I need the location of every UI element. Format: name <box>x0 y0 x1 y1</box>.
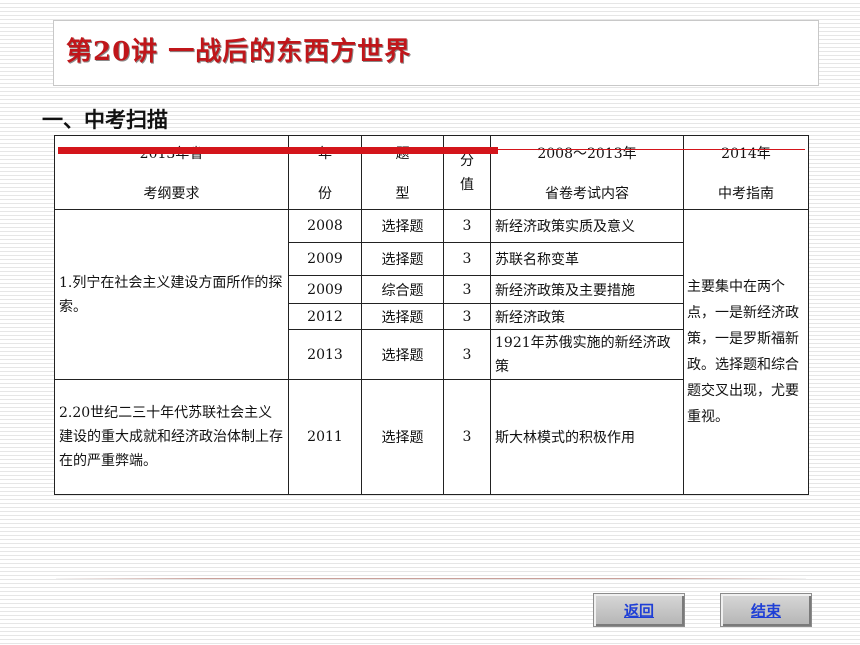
year-cell: 2011 <box>288 379 362 495</box>
content-cell: 新经济政策 <box>490 303 684 330</box>
exam-table: 2013年省 考纲要求 年 份 题 型 分 值 <box>54 135 809 495</box>
requirement-cell-1: 1.列宁在社会主义建设方面所作的探索。 <box>54 209 289 380</box>
back-button-label: 返回 <box>623 601 654 620</box>
score-cell: 3 <box>443 209 491 243</box>
content-cell: 1921年苏俄实施的新经济政策 <box>490 329 684 380</box>
requirement-cell-2: 2.20世纪二三十年代苏联社会主义建设的重大成就和经济政治体制上存在的严重弊端。 <box>54 379 289 495</box>
header-type-bottom: 型 <box>395 185 410 202</box>
red-accent-line <box>497 149 805 150</box>
type-cell: 选择题 <box>361 209 444 243</box>
exam-table-container: 2013年省 考纲要求 年 份 题 型 分 值 <box>54 135 809 495</box>
guide-cell: 主要集中在两个点，一是新经济政策，一是罗斯福新政。选择题和综合题交叉出现，尤要重… <box>683 209 809 495</box>
header-content-top: 2008～2013年 <box>537 145 637 162</box>
end-button[interactable]: 结束 <box>720 593 812 627</box>
year-cell: 2008 <box>288 209 362 243</box>
year-cell: 2013 <box>288 329 362 380</box>
type-cell: 选择题 <box>361 242 444 276</box>
score-cell: 3 <box>443 242 491 276</box>
content-cell: 新经济政策实质及意义 <box>490 209 684 243</box>
score-cell: 3 <box>443 379 491 495</box>
header-guide-top: 2014年 <box>721 145 771 162</box>
type-cell: 选择题 <box>361 379 444 495</box>
header-content-bottom: 省卷考试内容 <box>545 185 629 202</box>
red-accent-bar <box>58 147 498 154</box>
section-heading: 一、中考扫描 <box>42 108 168 132</box>
header-year-bottom: 份 <box>318 185 332 202</box>
year-cell: 2009 <box>288 275 362 304</box>
table-row: 1.列宁在社会主义建设方面所作的探索。 2008 选择题 3 新经济政策实质及意… <box>54 209 809 495</box>
content-cell: 新经济政策及主要措施 <box>490 275 684 304</box>
type-cell: 综合题 <box>361 275 444 304</box>
footer-divider <box>56 578 806 579</box>
end-button-label: 结束 <box>750 601 781 620</box>
title-box: 第20讲 一战后的东西方世界 <box>53 20 819 86</box>
year-cell: 2009 <box>288 242 362 276</box>
content-cell: 苏联名称变革 <box>490 242 684 276</box>
type-cell: 选择题 <box>361 303 444 330</box>
header-content: 2008～2013年 省卷考试内容 <box>490 135 684 210</box>
score-cell: 3 <box>443 329 491 380</box>
header-guide-bottom: 中考指南 <box>718 185 774 202</box>
page-title: 第20讲 一战后的东西方世界 <box>66 37 412 67</box>
header-score-bottom: 值 <box>460 176 474 193</box>
back-button[interactable]: 返回 <box>593 593 685 627</box>
score-cell: 3 <box>443 303 491 330</box>
header-guide: 2014年 中考指南 <box>683 135 809 210</box>
score-cell: 3 <box>443 275 491 304</box>
type-cell: 选择题 <box>361 329 444 380</box>
content-cell: 斯大林模式的积极作用 <box>490 379 684 495</box>
year-cell: 2012 <box>288 303 362 330</box>
header-requirement-bottom: 考纲要求 <box>143 185 200 202</box>
